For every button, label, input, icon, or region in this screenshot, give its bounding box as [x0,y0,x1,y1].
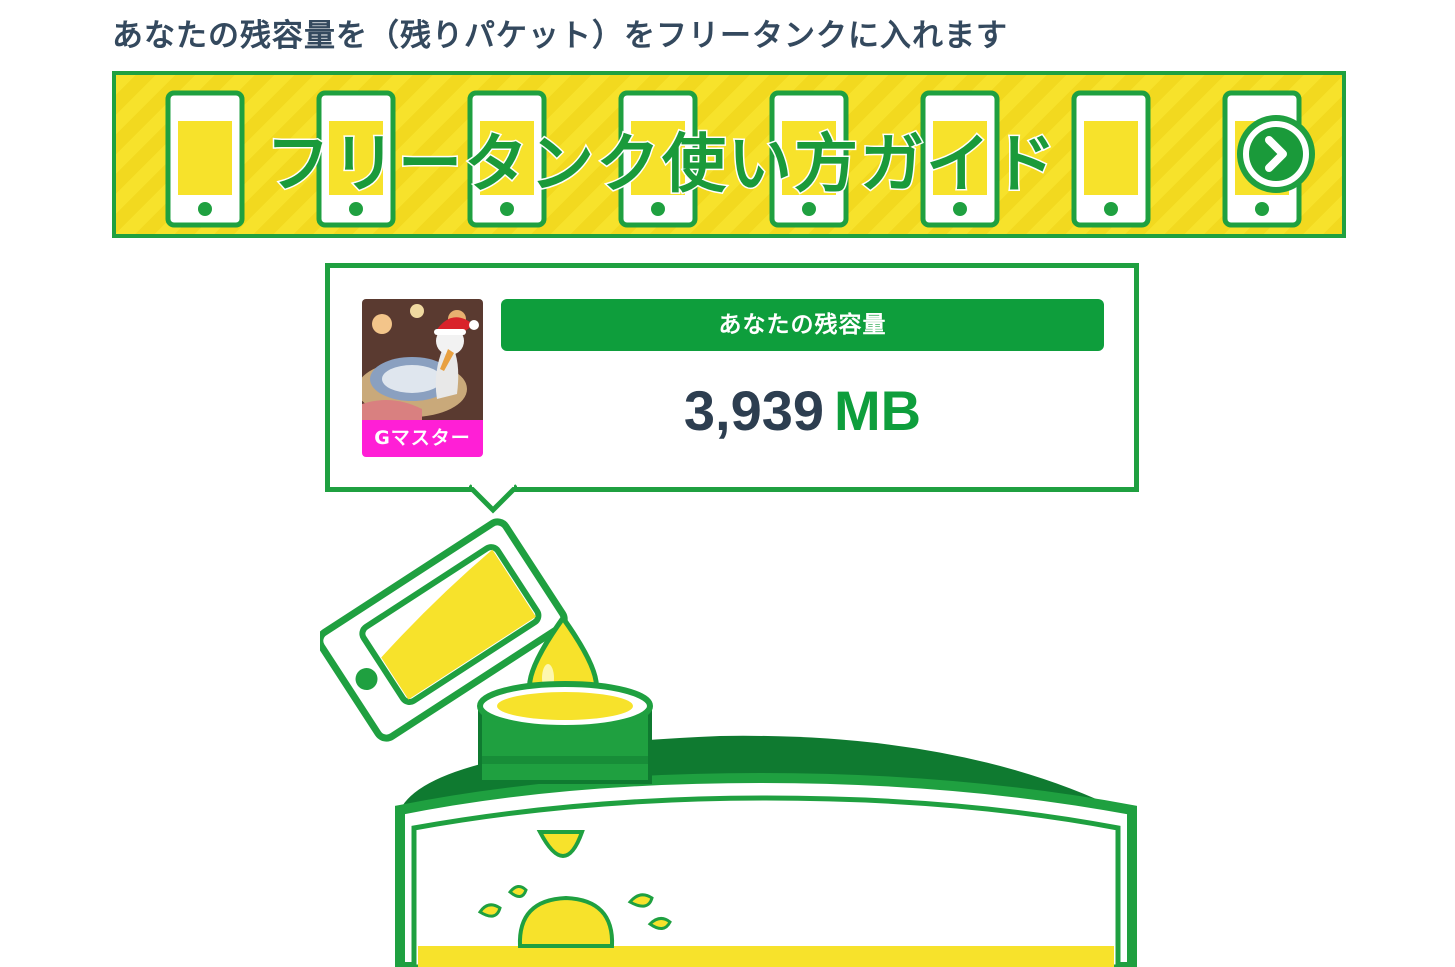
guide-banner[interactable]: フリータンク使い方ガイド [112,71,1346,238]
tank-illustration [320,518,1137,967]
banner-title: フリータンク使い方ガイド [265,127,1058,204]
remain-number: 3,939 [683,379,825,442]
balance-card: Gマスター あなたの残容量 3,939 MB [325,263,1139,492]
tank-icon [395,681,1137,967]
intro-text: あなたの残容量を（残りパケット）をフリータンクに入れます [112,18,1008,54]
chevron-right-icon[interactable] [1236,114,1316,194]
remain-value: 3,939 MB [501,378,1104,443]
remain-unit: MB [834,379,922,442]
rank-badge: Gマスター [362,420,483,457]
page: あなたの残容量を（残りパケット）をフリータンクに入れます フリータンク使い方ガイ… [0,0,1455,967]
avatar[interactable]: Gマスター [362,299,483,457]
remain-label: あなたの残容量 [501,299,1104,351]
avatar-image [362,299,483,420]
